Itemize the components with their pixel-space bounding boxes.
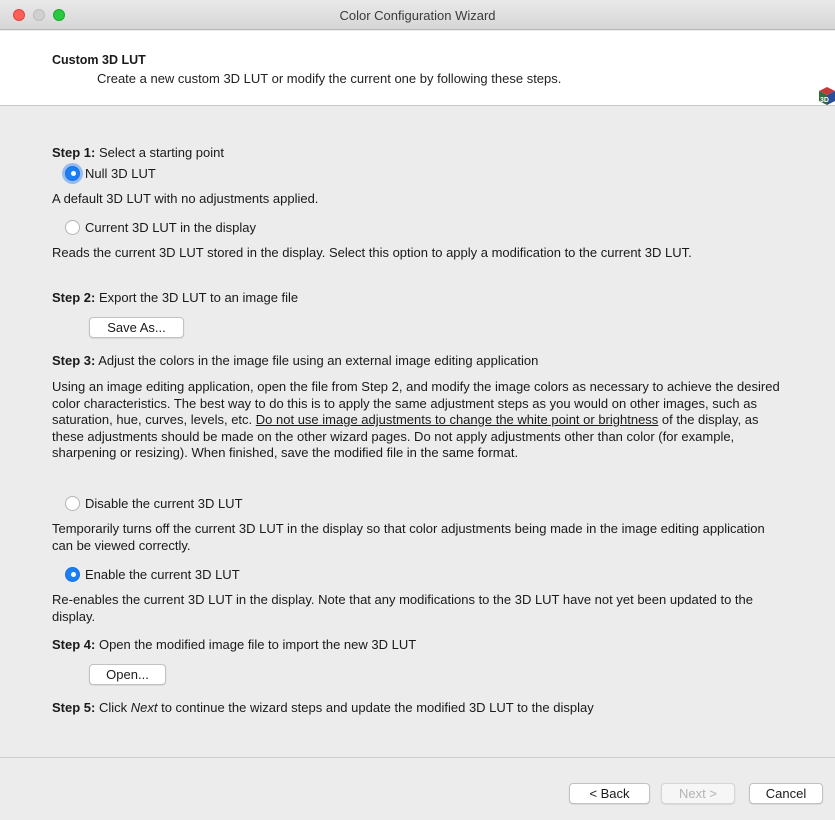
enable-lut-description: Re-enables the current 3D LUT in the dis… — [52, 592, 753, 624]
step5-next-word: Next — [130, 700, 158, 715]
current-lut-description: Reads the current 3D LUT stored in the d… — [52, 245, 692, 260]
step5-text-before: Click — [95, 700, 131, 715]
radio-disable-lut-label[interactable]: Disable the current 3D LUT — [85, 496, 243, 511]
back-button[interactable]: < Back — [569, 783, 650, 804]
step1-text: Select a starting point — [95, 145, 224, 160]
open-button[interactable]: Open... — [89, 664, 166, 685]
step3-desc-warning: Do not use image adjustments to change t… — [255, 412, 659, 427]
step3-label: Step 3: — [52, 353, 96, 368]
step4-text: Open the modified image file to import t… — [95, 637, 417, 652]
window-title: Color Configuration Wizard — [339, 8, 496, 23]
next-button[interactable]: Next > — [661, 783, 735, 804]
step4-heading: Step 4: Open the modified image file to … — [52, 637, 416, 652]
radio-disable-lut-button[interactable] — [65, 495, 80, 511]
step5-label: Step 5: — [52, 700, 96, 715]
save-as-button[interactable]: Save As... — [89, 317, 184, 338]
wizard-content: Step 1: Select a starting point Null 3D … — [0, 107, 835, 757]
radio-enable-lut[interactable]: Enable the current 3D LUT — [65, 565, 240, 583]
null-lut-description: A default 3D LUT with no adjustments app… — [52, 191, 319, 206]
radio-null-lut-label[interactable]: Null 3D LUT — [85, 166, 156, 181]
3d-lut-cube-icon: 3D — [819, 87, 835, 105]
step1-heading: Step 1: Select a starting point — [52, 145, 224, 160]
radio-disable-lut[interactable]: Disable the current 3D LUT — [65, 494, 243, 512]
footer-divider — [0, 757, 835, 758]
page-title: Custom 3D LUT — [52, 53, 146, 67]
wizard-header: Custom 3D LUT Create a new custom 3D LUT… — [0, 31, 835, 106]
cancel-button[interactable]: Cancel — [749, 783, 823, 804]
step3-description: Using an image editing application, open… — [52, 379, 787, 462]
radio-current-lut[interactable]: Current 3D LUT in the display — [65, 218, 256, 236]
radio-null-lut[interactable]: Null 3D LUT — [65, 164, 156, 182]
svg-text:3D: 3D — [820, 97, 829, 104]
page-subtitle: Create a new custom 3D LUT or modify the… — [97, 71, 562, 86]
radio-enable-lut-button[interactable] — [65, 566, 80, 582]
step5-heading: Step 5: Click Next to continue the wizar… — [52, 700, 594, 715]
step2-text: Export the 3D LUT to an image file — [95, 290, 299, 305]
step2-heading: Step 2: Export the 3D LUT to an image fi… — [52, 290, 298, 305]
disable-lut-description: Temporarily turns off the current 3D LUT… — [52, 521, 765, 553]
step3-heading: Step 3: Adjust the colors in the image f… — [52, 353, 538, 368]
radio-current-lut-label[interactable]: Current 3D LUT in the display — [85, 220, 256, 235]
radio-null-lut-button[interactable] — [65, 165, 80, 181]
step4-label: Step 4: — [52, 637, 96, 652]
title-bar[interactable]: Color Configuration Wizard — [0, 0, 835, 30]
radio-enable-lut-label[interactable]: Enable the current 3D LUT — [85, 567, 240, 582]
radio-current-lut-button[interactable] — [65, 219, 80, 235]
step3-text: Adjust the colors in the image file usin… — [95, 353, 539, 368]
step1-label: Step 1: — [52, 145, 96, 160]
step2-label: Step 2: — [52, 290, 96, 305]
step5-text-after: to continue the wizard steps and update … — [157, 700, 594, 715]
